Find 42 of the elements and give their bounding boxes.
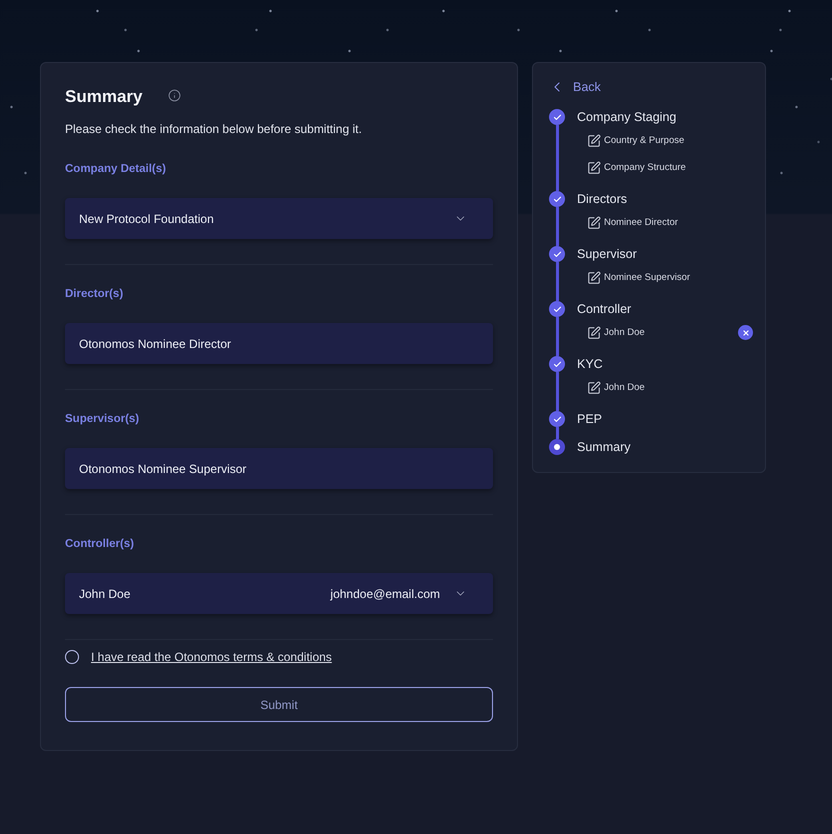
- substep-link[interactable]: Nominee Supervisor: [604, 272, 690, 283]
- substep-link[interactable]: John Doe: [604, 382, 645, 393]
- step-label: Controller: [577, 301, 632, 317]
- remove-button[interactable]: [738, 325, 753, 340]
- edit-icon[interactable]: [587, 134, 601, 148]
- step-label: Supervisor: [577, 246, 638, 262]
- timeline-line: [556, 262, 558, 301]
- step-label: Summary: [577, 439, 632, 455]
- edit-icon[interactable]: [587, 160, 601, 174]
- email-text: johndoe@email.com: [330, 586, 440, 600]
- substep-link[interactable]: Company Structure: [604, 162, 686, 173]
- edit-icon[interactable]: [587, 326, 601, 340]
- close-icon: [742, 328, 750, 336]
- timeline-line: [556, 317, 558, 356]
- text-field[interactable]: Otonomos Nominee Director: [65, 323, 493, 364]
- section-label: Supervisor(s): [65, 412, 140, 427]
- submit-button[interactable]: Submit: [65, 687, 493, 722]
- section-label: Company Detail(s): [65, 162, 167, 177]
- summary-title: Summary: [65, 86, 142, 108]
- select-field[interactable]: New Protocol Foundation: [65, 198, 493, 239]
- edit-icon[interactable]: [587, 380, 601, 394]
- summary-subtitle: Please check the information below before submitting it.: [65, 121, 363, 138]
- substep-link[interactable]: John Doe: [604, 327, 645, 338]
- step-label: KYC: [577, 356, 604, 372]
- info-icon[interactable]: [168, 88, 182, 102]
- timeline-line: [556, 207, 558, 246]
- timeline-line: [556, 372, 558, 411]
- checkbox[interactable]: [65, 650, 79, 664]
- select-field[interactable]: John Doe johndoe@email.com: [65, 573, 493, 614]
- edit-icon[interactable]: [587, 270, 601, 284]
- step-label: PEP: [577, 411, 604, 427]
- substep-link[interactable]: Country & Purpose: [604, 135, 684, 146]
- back-button[interactable]: Back: [549, 78, 601, 96]
- timeline-line: [556, 125, 558, 191]
- step-label: Company Staging: [577, 109, 678, 125]
- section-label: Director(s): [65, 287, 124, 302]
- terms-link[interactable]: I have read the Otonomos terms & conditions: [91, 648, 332, 666]
- text-field[interactable]: Otonomos Nominee Supervisor: [65, 448, 493, 489]
- substep-link[interactable]: Nominee Director: [604, 217, 678, 228]
- section-label: Controller(s): [65, 537, 135, 552]
- step-label: Directors: [577, 191, 628, 207]
- edit-icon[interactable]: [587, 216, 601, 230]
